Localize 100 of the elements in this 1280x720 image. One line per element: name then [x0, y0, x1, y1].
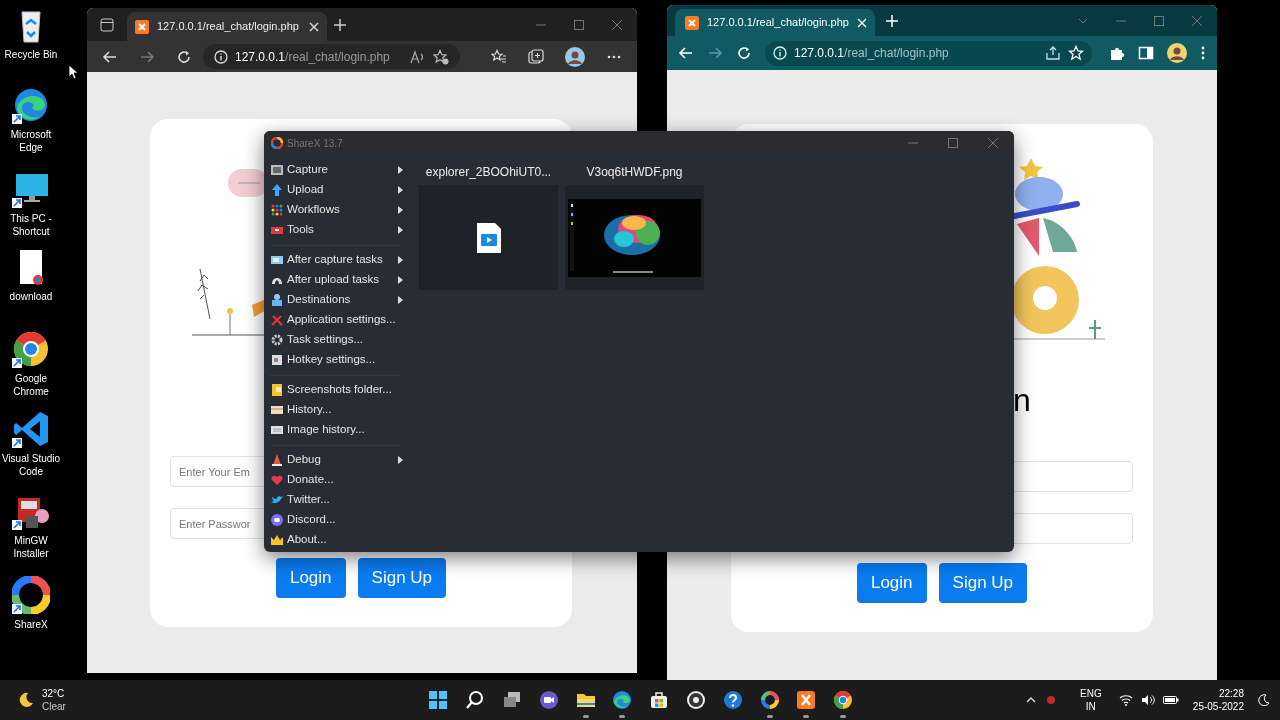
store-icon[interactable] — [649, 690, 670, 710]
password-field[interactable]: Enter Passwor — [170, 508, 266, 539]
video-file-icon — [475, 221, 502, 254]
ring-icon[interactable] — [759, 690, 780, 710]
back-icon[interactable] — [678, 45, 694, 61]
running-indicator — [840, 715, 847, 718]
record-icon[interactable] — [1046, 696, 1055, 704]
collections-icon[interactable] — [528, 48, 544, 65]
search-icon[interactable] — [465, 690, 486, 710]
menu-item[interactable]: About... — [270, 530, 409, 550]
menu-item[interactable]: Hotkey settings... — [270, 350, 409, 370]
forward-icon[interactable] — [707, 45, 723, 61]
back-icon[interactable] — [102, 48, 118, 65]
app-favicon-icon — [135, 19, 149, 34]
forward-icon[interactable] — [139, 48, 155, 65]
desktop-icon-label[interactable]: Google Chrome — [0, 372, 62, 398]
start-icon[interactable] — [428, 690, 449, 710]
avatar-icon[interactable] — [565, 46, 585, 67]
desktop-icon-label[interactable]: Visual Studio Code — [0, 452, 62, 478]
menu-item[interactable]: Donate... — [270, 470, 409, 490]
menu-item[interactable]: After upload tasks — [270, 270, 409, 290]
password-field[interactable] — [1011, 513, 1133, 544]
notification-moon-icon[interactable] — [1258, 694, 1270, 706]
address-bar[interactable]: 127.0.0.1/real_chat/login.php — [765, 40, 1092, 66]
desktop-icon-label[interactable]: download — [0, 290, 62, 303]
menu-item[interactable]: Task settings... — [270, 330, 409, 350]
menu-item[interactable]: Debug — [270, 450, 409, 470]
email-field[interactable] — [1011, 461, 1133, 492]
clock-date[interactable]: 25-05-2022 — [1192, 700, 1244, 713]
bookmark-star-icon[interactable] — [1068, 45, 1084, 61]
menu-item[interactable]: Screenshots folder... — [270, 380, 409, 400]
read-aloud-icon[interactable] — [410, 49, 426, 64]
battery-icon[interactable] — [1162, 695, 1179, 705]
menu-item[interactable]: History... — [270, 400, 409, 420]
submenu-arrow-icon — [398, 296, 403, 304]
login-button[interactable]: Login — [856, 563, 927, 603]
video-chat-icon[interactable] — [538, 690, 559, 710]
sign-up-button[interactable]: Sign Up — [938, 563, 1028, 603]
refresh-icon[interactable] — [736, 45, 752, 61]
moon-icon[interactable] — [18, 692, 34, 708]
temperature-text[interactable]: 32°C — [42, 687, 66, 700]
menu-item[interactable]: After capture tasks — [270, 250, 409, 270]
browser-tab[interactable]: 127.0.0.1/real_chat/login.php — [675, 9, 875, 36]
browser-icon[interactable] — [12, 86, 50, 124]
thumbnail[interactable] — [565, 185, 704, 290]
ribbon-icon[interactable] — [12, 410, 50, 448]
maximize-icon[interactable] — [1153, 14, 1165, 27]
weather-text[interactable]: Clear — [42, 700, 66, 713]
menu-item[interactable]: Discord... — [270, 510, 409, 530]
upload-icon — [270, 183, 284, 197]
thumbnail[interactable] — [419, 185, 558, 290]
refresh-icon[interactable] — [176, 48, 192, 65]
puzzle-icon[interactable] — [1109, 45, 1125, 61]
maximize-icon[interactable] — [947, 137, 959, 149]
desktop-icon-label[interactable]: MinGW Installer — [0, 534, 62, 560]
desktop-icon-label[interactable]: Recycle Bin — [0, 48, 62, 61]
dots-grid-icon — [270, 203, 284, 217]
user-icon — [270, 293, 284, 307]
menu-item[interactable]: Tools — [270, 220, 409, 240]
desktop-icon-label[interactable]: ShareX — [0, 618, 62, 631]
circle-logo-icon[interactable] — [833, 690, 854, 710]
wifi-icon[interactable] — [1118, 694, 1133, 706]
help-icon[interactable] — [722, 690, 743, 710]
side-panel-icon[interactable] — [1138, 45, 1154, 61]
app-logo-icon — [271, 137, 283, 149]
avatar-icon[interactable] — [1167, 43, 1187, 63]
menu-item[interactable]: Capture — [270, 160, 409, 180]
sidebar-toggle-icon[interactable] — [100, 17, 114, 32]
app-icon[interactable] — [796, 690, 817, 710]
menu-item[interactable]: Upload — [270, 180, 409, 200]
browser-icon[interactable] — [612, 690, 633, 710]
circle-logo-icon[interactable] — [685, 690, 706, 710]
desktop-icon-label[interactable]: Microsoft Edge — [0, 128, 62, 154]
add-favorite-icon[interactable] — [433, 48, 449, 65]
ring-icon[interactable] — [12, 576, 50, 614]
gear-icon — [270, 333, 284, 347]
menu-item[interactable]: Workflows — [270, 200, 409, 220]
login-button[interactable]: Login — [275, 558, 346, 598]
circle-logo-icon[interactable] — [12, 330, 50, 368]
menu-item[interactable]: Destinations — [270, 290, 409, 310]
menu-item[interactable]: Application settings... — [270, 310, 409, 330]
volume-icon[interactable] — [1140, 694, 1155, 706]
maximize-icon[interactable] — [573, 18, 585, 31]
info-icon — [773, 46, 787, 60]
language-text[interactable]: ENG — [1080, 687, 1102, 700]
share-icon[interactable] — [1045, 45, 1061, 61]
favorites-icon[interactable] — [491, 48, 507, 65]
menu-item[interactable]: Twitter... — [270, 490, 409, 510]
more-icon[interactable] — [1200, 45, 1206, 61]
menu-item[interactable]: Image history... — [270, 420, 409, 440]
new-tab-icon[interactable] — [333, 17, 347, 32]
submenu-arrow-icon — [398, 456, 403, 464]
region-text[interactable]: IN — [1085, 700, 1096, 713]
clock-time[interactable]: 22:28 — [1218, 687, 1244, 700]
desktop-icon-label[interactable]: This PC - Shortcut — [0, 212, 62, 238]
email-field[interactable]: Enter Your Em — [170, 456, 266, 487]
sign-up-button[interactable]: Sign Up — [357, 558, 447, 598]
address-bar[interactable]: 127.0.0.1/real_chat/login.php — [203, 44, 460, 69]
browser-tab[interactable]: 127.0.0.1/real_chat/login.php — [127, 12, 327, 41]
task-view-icon[interactable] — [502, 690, 522, 710]
